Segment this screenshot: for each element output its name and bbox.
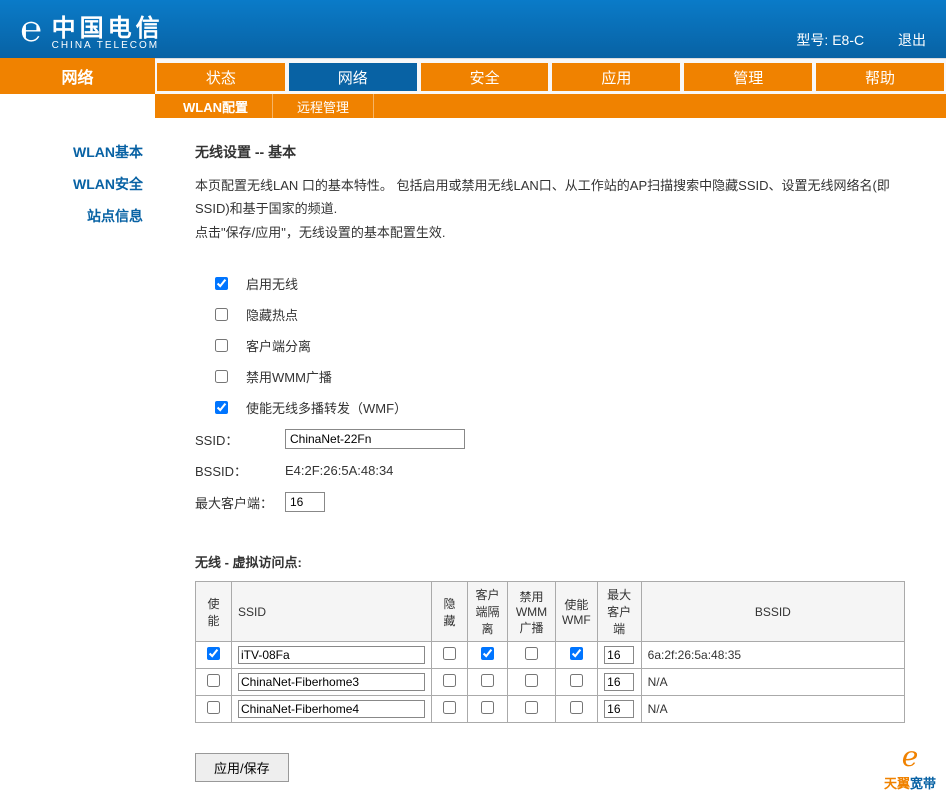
- nav-tab-1[interactable]: 网络: [289, 63, 417, 91]
- vap-hidden-checkbox[interactable]: [443, 701, 456, 714]
- page-title: 无线设置 -- 基本: [195, 142, 906, 162]
- vap-col-enable: 使能: [196, 582, 232, 642]
- vap-disable-wmm-checkbox[interactable]: [525, 701, 538, 714]
- vap-col-bssid: BSSID: [641, 582, 904, 642]
- nav-tab-0[interactable]: 状态: [157, 63, 285, 91]
- client-isolation-label: 客户端分离: [246, 336, 311, 355]
- vap-disable-wmm-checkbox[interactable]: [525, 674, 538, 687]
- header: ℮ 中国电信 CHINA TELECOM 型号: E8-C 退出: [0, 0, 946, 58]
- sidebar-item-0[interactable]: WLAN基本: [0, 136, 147, 168]
- footer-brand-text: 天翼宽带: [884, 773, 936, 792]
- vap-max-clients-input[interactable]: [604, 673, 634, 691]
- vap-enable-checkbox[interactable]: [207, 647, 220, 660]
- vap-table: 使能 SSID 隐藏 客户端隔离 禁用WMM广播 使能WMF 最大客户端 BSS…: [195, 581, 905, 723]
- nav-tab-3[interactable]: 应用: [552, 63, 680, 91]
- vap-enable-wmf-checkbox[interactable]: [570, 674, 583, 687]
- ssid-label: SSID：: [195, 430, 285, 449]
- bssid-label: BSSID：: [195, 461, 285, 480]
- apply-save-button[interactable]: 应用/保存: [195, 753, 289, 782]
- logout-link[interactable]: 退出: [898, 32, 926, 48]
- disable-wmm-label: 禁用WMM广播: [246, 367, 332, 386]
- vap-enable-checkbox[interactable]: [207, 674, 220, 687]
- enable-wmf-checkbox[interactable]: [215, 401, 228, 414]
- nav-tab-4[interactable]: 管理: [684, 63, 812, 91]
- vap-col-isolation: 客户端隔离: [468, 582, 508, 642]
- sidebar-item-1[interactable]: WLAN安全: [0, 168, 147, 200]
- page-description: 本页配置无线LAN 口的基本特性。 包括启用或禁用无线LAN口、从工作站的AP扫…: [195, 174, 906, 244]
- vap-col-enable-wmf: 使能WMF: [556, 582, 598, 642]
- nav-tab-5[interactable]: 帮助: [816, 63, 944, 91]
- subnav-tab-1[interactable]: 远程管理: [273, 94, 374, 118]
- sub-nav: WLAN配置远程管理: [0, 94, 946, 118]
- vap-row: N/A: [196, 696, 905, 723]
- ssid-input[interactable]: [285, 429, 465, 449]
- vap-ssid-input[interactable]: [238, 700, 425, 718]
- vap-ssid-input[interactable]: [238, 673, 425, 691]
- telecom-logo-icon: ℮: [20, 8, 42, 50]
- subnav-tab-0[interactable]: WLAN配置: [159, 94, 273, 118]
- vap-hidden-checkbox[interactable]: [443, 674, 456, 687]
- vap-bssid-value: N/A: [641, 669, 904, 696]
- hide-ap-checkbox[interactable]: [215, 308, 228, 321]
- hide-ap-label: 隐藏热点: [246, 305, 298, 324]
- vap-col-max-clients: 最大客户端: [597, 582, 641, 642]
- nav-current-section: 网络: [0, 58, 155, 94]
- footer-brand: ℯ 天翼宽带: [884, 740, 936, 792]
- esurfing-icon: ℯ: [884, 740, 936, 773]
- vap-bssid-value: N/A: [641, 696, 904, 723]
- nav-tab-2[interactable]: 安全: [421, 63, 549, 91]
- model-label: 型号: E8-C: [796, 32, 864, 48]
- brand-name-cn: 中国电信: [52, 8, 164, 43]
- vap-enable-wmf-checkbox[interactable]: [570, 647, 583, 660]
- vap-hidden-checkbox[interactable]: [443, 647, 456, 660]
- sidebar-item-2[interactable]: 站点信息: [0, 200, 147, 232]
- vap-enable-wmf-checkbox[interactable]: [570, 701, 583, 714]
- vap-bssid-value: 6a:2f:26:5a:48:35: [641, 642, 904, 669]
- vap-max-clients-input[interactable]: [604, 646, 634, 664]
- client-isolation-checkbox[interactable]: [215, 339, 228, 352]
- vap-isolation-checkbox[interactable]: [481, 647, 494, 660]
- brand-logo: ℮ 中国电信 CHINA TELECOM: [20, 8, 164, 51]
- max-clients-input[interactable]: [285, 492, 325, 512]
- enable-wmf-label: 使能无线多播转发（WMF）: [246, 398, 407, 417]
- vap-max-clients-input[interactable]: [604, 700, 634, 718]
- vap-section-title: 无线 - 虚拟访问点:: [195, 552, 906, 571]
- vap-disable-wmm-checkbox[interactable]: [525, 647, 538, 660]
- vap-col-disable-wmm: 禁用WMM广播: [508, 582, 556, 642]
- enable-wireless-checkbox[interactable]: [215, 277, 228, 290]
- bssid-value: E4:2F:26:5A:48:34: [285, 463, 393, 478]
- max-clients-label: 最大客户端：: [195, 493, 285, 512]
- vap-row: N/A: [196, 669, 905, 696]
- sidebar: WLAN基本WLAN安全站点信息: [0, 118, 155, 802]
- vap-ssid-input[interactable]: [238, 646, 425, 664]
- disable-wmm-checkbox[interactable]: [215, 370, 228, 383]
- main-nav: 网络 状态网络安全应用管理帮助: [0, 58, 946, 94]
- vap-isolation-checkbox[interactable]: [481, 674, 494, 687]
- vap-col-ssid: SSID: [232, 582, 432, 642]
- vap-row: 6a:2f:26:5a:48:35: [196, 642, 905, 669]
- vap-isolation-checkbox[interactable]: [481, 701, 494, 714]
- enable-wireless-label: 启用无线: [246, 274, 298, 293]
- vap-enable-checkbox[interactable]: [207, 701, 220, 714]
- vap-col-hidden: 隐藏: [432, 582, 468, 642]
- content-area: 无线设置 -- 基本 本页配置无线LAN 口的基本特性。 包括启用或禁用无线LA…: [155, 118, 946, 802]
- brand-name-en: CHINA TELECOM: [52, 40, 164, 51]
